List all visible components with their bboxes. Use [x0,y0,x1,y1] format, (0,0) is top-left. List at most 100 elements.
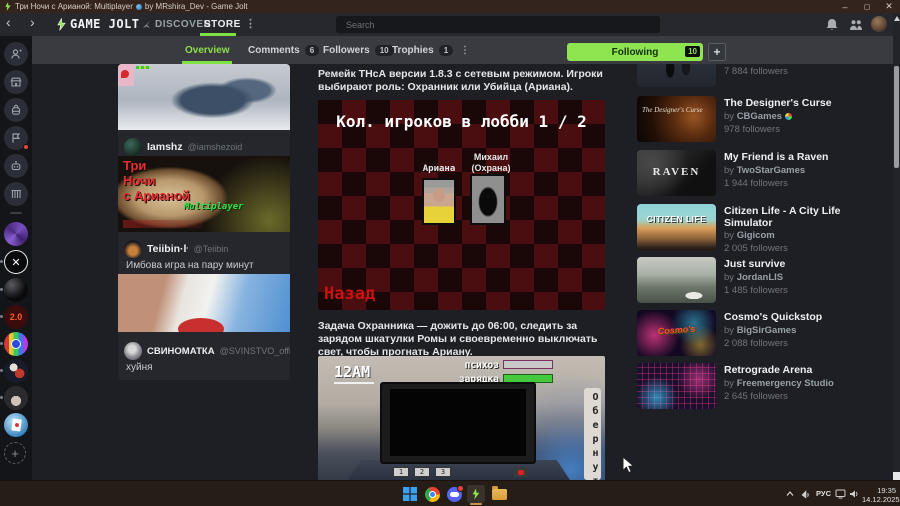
tray-chevron-up-icon[interactable] [786,491,794,496]
rec-thumb-6[interactable] [637,363,716,409]
tray-display-icon[interactable] [835,489,846,499]
gamejolt-bolt-icon [57,17,66,31]
post-text-2: Имбова игра на пару минут [126,260,254,271]
close-button[interactable]: ✕ [878,0,900,13]
add-to-library-button[interactable]: + [708,43,726,61]
taskbar: РУС 19:35 14.12.2025 [0,480,900,506]
shop-icon [10,77,22,87]
lobby-screenshot[interactable]: Кол. игроков в лобби 1 / 2 Ариана Михаил… [318,100,605,310]
time-underline [334,382,374,384]
user-avatar[interactable] [871,16,887,32]
nav-store[interactable]: STORE [204,19,241,30]
folder-icon [491,486,507,500]
tabs-kebab-menu[interactable]: ⋮ [460,36,470,64]
game-subheader: Overview Comments 6 Followers 10 Trophies 1… [32,36,900,64]
discord-icon [446,484,464,502]
recommended-games: 7 884 followers The Designer's Curse The… [629,64,891,480]
tray-network-icon[interactable] [801,489,811,499]
rec-thumb-3[interactable]: CITIZEN LIFE [637,204,716,250]
turn-around-button: Обернут [584,388,601,480]
rec-thumb-4[interactable] [637,257,716,303]
tray-date: 14.12.2025 [862,495,900,504]
taskbar-explorer-button[interactable] [490,485,508,503]
taskbar-gamejolt-button[interactable] [467,485,485,505]
laptop-monitor [380,382,536,464]
post-user-1[interactable]: Iamshz @iamshezoid [124,138,242,156]
rail-add-button[interactable]: + [4,442,26,464]
maximize-button[interactable]: ▢ [856,0,878,13]
tray-language[interactable]: РУС [816,489,831,498]
rec-thumb-5[interactable]: Cosmo's [637,310,716,356]
nav-forward-button[interactable]: › [30,14,35,30]
rec-thumb-1[interactable]: The Designer's Curse [637,96,716,142]
rail-game-avatar-1[interactable] [4,222,28,246]
rail-game-avatar-4[interactable]: 2.0 [4,305,28,329]
notifications-bell-icon[interactable] [826,18,838,31]
search-input[interactable] [336,16,660,33]
key-3: 3 [435,467,451,477]
rail-game-avatar-8[interactable] [4,413,28,437]
post-user-3[interactable]: СВИНОМАТКА @SVINSTVO_official [124,342,290,360]
rec-thumb-2[interactable]: RAVEN [637,150,716,196]
gamejolt-logo[interactable]: GAME JOLT [56,17,140,31]
taskbar-start-button[interactable] [401,485,419,503]
strawberry-icon [121,70,129,78]
screen: Три Ночи с Арианой: Multiplayer by MRshi… [0,0,900,506]
tab-comments[interactable]: Comments 6 [248,36,320,64]
discover-icon [142,20,151,29]
tray-volume-icon[interactable] [849,489,859,499]
psycho-bar [503,360,553,369]
scrollbar-down-arrow[interactable] [893,472,900,480]
rail-bot-button[interactable] [4,154,28,178]
post-image-1-topbar [136,66,150,69]
rail-shop-button[interactable] [4,70,28,94]
tray-time: 19:35 [877,486,896,495]
friends-icon[interactable] [849,19,863,31]
rail-game-avatar-3[interactable] [4,278,28,302]
post-image-1[interactable] [118,64,290,130]
scrollbar-up-arrow[interactable] [894,16,900,21]
lobby-title: Кол. игроков в лобби 1 / 2 [336,112,587,131]
rail-game-avatar-5[interactable] [4,332,28,356]
tab-trophies[interactable]: Trophies 1 [392,36,454,64]
rail-home-button[interactable] [4,42,28,66]
tab-followers[interactable]: Followers 10 [323,36,394,64]
minimize-button[interactable]: – [834,0,856,13]
rail-backpack-button[interactable] [4,98,28,122]
rail-library-button[interactable] [4,182,28,206]
rail-game-avatar-2[interactable]: ✕ [4,250,28,274]
nav-kebab-menu[interactable]: ⋮ [245,17,256,30]
window-controls: – ▢ ✕ [834,0,900,13]
post-text-3: хуйня [126,362,153,373]
taskbar-chrome-button[interactable] [423,485,441,503]
rail-game-avatar-6[interactable] [4,359,28,383]
nav-back-button[interactable]: ‹ [6,14,11,30]
rail-quests-button[interactable] [4,126,29,150]
tray-clock[interactable]: 19:35 14.12.2025 [862,486,900,504]
trophies-count-badge: 1 [438,44,454,56]
taskbar-discord-button[interactable] [445,484,464,503]
community-feed: Iamshz @iamshezoid Три Ночи с Арианой Mult… [118,64,290,380]
verified-badge-icon [784,112,792,120]
nav-discover[interactable]: DISCOVER [142,19,211,30]
gamejolt-logo-text: GAME JOLT [70,17,140,31]
gameplay-screenshot[interactable]: 12AM психоз зарядка 1 2 3 Обернут [318,356,605,480]
following-button[interactable]: Following 10 [567,43,703,61]
rec-thumb-0[interactable] [637,64,716,87]
tab-overview[interactable]: Overview [185,36,229,64]
scrollbar-thumb[interactable] [894,66,899,168]
rail-game-avatar-7[interactable] [4,386,28,410]
psycho-label: психоз [464,360,499,371]
comments-count-badge: 6 [304,44,320,56]
gamejolt-active-underline [470,503,482,505]
quests-icon [12,133,21,143]
lobby-portrait-ariana [422,178,456,225]
post-image-3-detail [178,318,224,332]
top-navbar: ‹ › GAME JOLT DISCOVER STORE ⋮ [0,13,900,36]
post-user-2[interactable]: Teiibin·ŀ @Teiibin [124,240,228,258]
gamejolt-bolt-icon [472,488,480,500]
logo-faded-text [123,220,203,228]
window-title-rest: by MRshira_Dev - Game Jolt [144,2,248,11]
post-image-2-game-logo[interactable]: Три Ночи с Арианой Multiplayer [118,156,290,232]
post-image-3[interactable] [118,274,290,332]
